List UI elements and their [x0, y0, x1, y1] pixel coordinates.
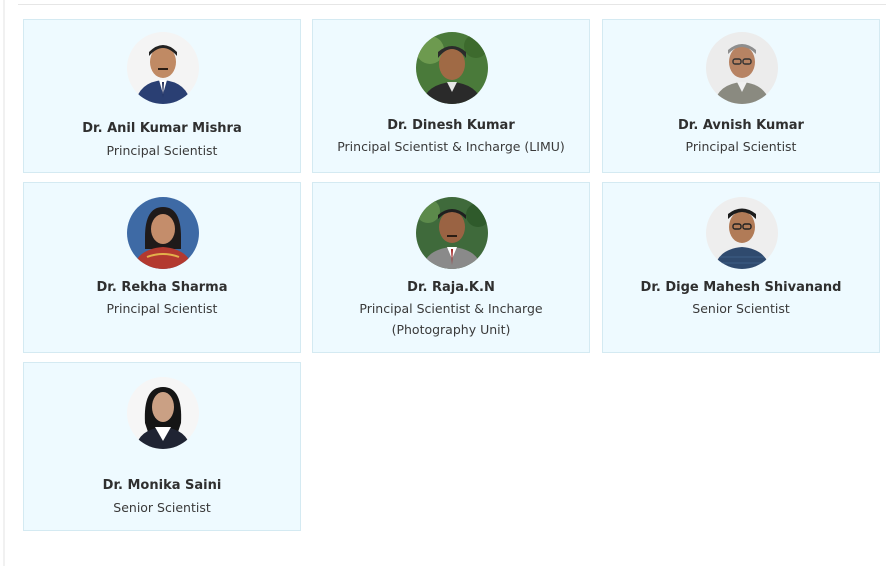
- staff-designation: Principal Scientist: [685, 139, 797, 154]
- person-portrait-icon: [127, 197, 199, 269]
- page-left-border: [3, 0, 5, 566]
- person-portrait-icon: [416, 32, 488, 104]
- person-portrait-icon: [127, 377, 199, 449]
- profile-photo-anil-kumar-mishra: [127, 32, 199, 104]
- staff-designation-line2: (Photography Unit): [391, 322, 511, 337]
- person-portrait-icon: [127, 32, 199, 104]
- staff-card: Dr. Avnish Kumar Principal Scientist: [602, 19, 880, 173]
- staff-name: Dr. Raja.K.N: [407, 280, 495, 295]
- staff-name: Dr. Dige Mahesh Shivanand: [640, 280, 842, 295]
- staff-designation: Principal Scientist & Incharge: [359, 301, 543, 316]
- profile-photo-monika-saini: [127, 377, 199, 449]
- person-portrait-icon: [416, 197, 488, 269]
- staff-designation: Principal Scientist & Incharge (LIMU): [337, 139, 565, 154]
- staff-card: Dr. Dige Mahesh Shivanand Senior Scienti…: [602, 182, 880, 353]
- staff-name: Dr. Anil Kumar Mishra: [82, 121, 242, 136]
- profile-photo-avnish-kumar: [706, 32, 778, 104]
- staff-designation: Senior Scientist: [692, 301, 790, 316]
- staff-designation: Principal Scientist: [106, 143, 218, 158]
- staff-name: Dr. Avnish Kumar: [678, 118, 804, 133]
- staff-designation: Principal Scientist: [106, 301, 218, 316]
- staff-name: Dr. Monika Saini: [102, 478, 222, 493]
- staff-card: Dr. Raja.K.N Principal Scientist & Incha…: [312, 182, 590, 353]
- staff-name: Dr. Dinesh Kumar: [387, 118, 515, 133]
- staff-card: Dr. Rekha Sharma Principal Scientist: [23, 182, 301, 353]
- profile-photo-rekha-sharma: [127, 197, 199, 269]
- staff-card: Dr. Monika Saini Senior Scientist: [23, 362, 301, 531]
- person-portrait-icon: [706, 197, 778, 269]
- profile-photo-dinesh-kumar: [416, 32, 488, 104]
- staff-card: Dr. Dinesh Kumar Principal Scientist & I…: [312, 19, 590, 173]
- section-divider: [18, 4, 886, 5]
- staff-designation: Senior Scientist: [113, 500, 211, 515]
- person-portrait-icon: [706, 32, 778, 104]
- staff-name: Dr. Rekha Sharma: [96, 280, 228, 295]
- profile-photo-dige-mahesh-shivanand: [706, 197, 778, 269]
- staff-card: Dr. Anil Kumar Mishra Principal Scientis…: [23, 19, 301, 173]
- profile-photo-raja-kn: [416, 197, 488, 269]
